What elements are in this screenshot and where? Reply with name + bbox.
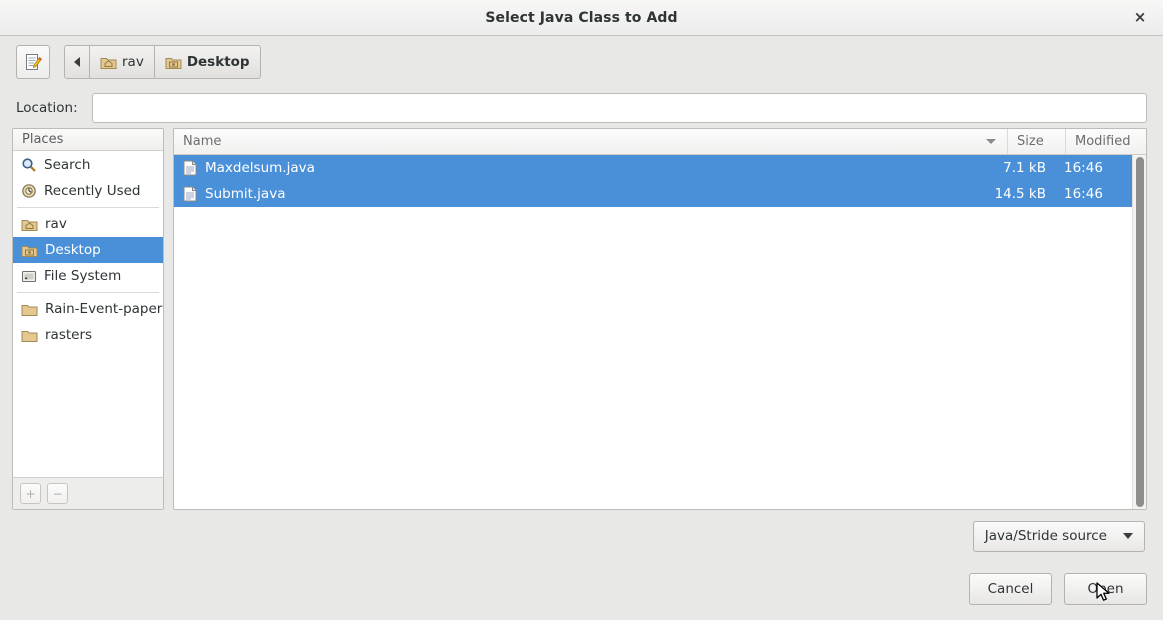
file-name-cell: Submit.java: [174, 186, 994, 202]
drive-icon: [21, 269, 37, 284]
sidebar-item-rav[interactable]: rav: [13, 211, 163, 237]
title-bar: Select Java Class to Add ×: [0, 0, 1163, 36]
add-bookmark-button[interactable]: +: [20, 483, 41, 504]
sidebar-item-label: Desktop: [45, 242, 101, 258]
breadcrumb-back-button[interactable]: [64, 45, 90, 79]
breadcrumb-item-rav[interactable]: rav: [89, 45, 155, 79]
home-folder-icon: [100, 55, 117, 70]
table-row[interactable]: Maxdelsum.java 7.1 kB 16:46: [174, 155, 1132, 181]
places-sidebar: Places Search Recently Used rav Desktop …: [12, 128, 164, 510]
column-header-modified-label: Modified: [1075, 134, 1131, 149]
sidebar-item-rasters[interactable]: rasters: [13, 322, 163, 348]
breadcrumb-item-desktop[interactable]: Desktop: [153, 45, 261, 79]
open-button[interactable]: Open: [1064, 573, 1147, 605]
location-row: Location:: [0, 88, 1163, 128]
recent-clock-icon: [21, 183, 37, 199]
sidebar-separator: [17, 292, 159, 293]
sidebar-item-label: rav: [45, 216, 67, 232]
column-header-size[interactable]: Size: [1008, 129, 1066, 154]
chevron-down-icon: [1123, 533, 1133, 539]
file-list-scrollbar[interactable]: [1132, 155, 1146, 509]
file-rows-area: Maxdelsum.java 7.1 kB 16:46 Submit.java …: [174, 155, 1146, 509]
sort-descending-icon: [986, 139, 996, 144]
column-headers: Name Size Modified: [174, 129, 1146, 155]
file-size-cell: 7.1 kB: [1003, 160, 1046, 176]
text-file-icon: [183, 160, 197, 176]
folder-icon: [21, 302, 38, 317]
sidebar-item-label: File System: [44, 268, 122, 284]
column-header-name-label: Name: [183, 134, 222, 149]
file-name-label: Submit.java: [205, 186, 286, 202]
file-rows: Maxdelsum.java 7.1 kB 16:46 Submit.java …: [174, 155, 1132, 509]
sidebar-item-label: Rain-Event-paper: [45, 301, 163, 317]
text-file-icon: [183, 186, 197, 202]
triangle-left-icon: [74, 57, 80, 67]
sidebar-item-rain-event-paper[interactable]: Rain-Event-paper: [13, 296, 163, 322]
sidebar-item-desktop[interactable]: Desktop: [13, 237, 163, 263]
close-icon[interactable]: ×: [1127, 5, 1153, 31]
file-modified-cell: 16:46: [1064, 186, 1103, 202]
places-footer: + −: [13, 477, 163, 509]
scrollbar-thumb[interactable]: [1136, 157, 1144, 507]
desktop-folder-icon: [21, 243, 38, 258]
remove-bookmark-button[interactable]: −: [47, 483, 68, 504]
search-icon: [21, 157, 37, 173]
column-header-modified[interactable]: Modified: [1066, 129, 1146, 154]
location-label: Location:: [16, 100, 78, 116]
column-header-name[interactable]: Name: [174, 129, 1008, 154]
type-filename-button[interactable]: [16, 45, 50, 79]
file-modified-cell: 16:46: [1064, 160, 1103, 176]
breadcrumb-label: rav: [122, 54, 144, 70]
places-list: Search Recently Used rav Desktop File Sy…: [13, 151, 163, 477]
file-list-panel: Name Size Modified Maxdelsum.java 7.1 kB…: [173, 128, 1147, 510]
dialog-title: Select Java Class to Add: [485, 9, 678, 26]
file-size-cell: 14.5 kB: [994, 186, 1046, 202]
document-pencil-icon: [23, 52, 43, 72]
sidebar-item-search[interactable]: Search: [13, 152, 163, 178]
sidebar-item-label: rasters: [45, 327, 93, 343]
breadcrumb: rav Desktop: [64, 45, 261, 79]
places-header: Places: [13, 129, 163, 151]
sidebar-item-recently-used[interactable]: Recently Used: [13, 178, 163, 204]
file-name-label: Maxdelsum.java: [205, 160, 315, 176]
file-pane-wrap: Name Size Modified Maxdelsum.java 7.1 kB…: [173, 128, 1147, 562]
column-header-size-label: Size: [1017, 134, 1044, 149]
dialog-body: Places Search Recently Used rav Desktop …: [0, 128, 1163, 562]
file-chooser-dialog: Select Java Class to Add × rav Desktop L…: [0, 0, 1163, 620]
path-toolbar: rav Desktop: [0, 36, 1163, 88]
dialog-actions: Cancel Open: [0, 562, 1163, 620]
table-row[interactable]: Submit.java 14.5 kB 16:46: [174, 181, 1132, 207]
cancel-button[interactable]: Cancel: [969, 573, 1052, 605]
folder-icon: [21, 328, 38, 343]
sidebar-item-file-system[interactable]: File System: [13, 263, 163, 289]
breadcrumb-label: Desktop: [186, 54, 250, 70]
home-folder-icon: [21, 217, 38, 232]
location-input[interactable]: [91, 93, 1147, 123]
sidebar-item-label: Recently Used: [44, 183, 141, 199]
sidebar-item-label: Search: [44, 157, 91, 173]
desktop-folder-icon: [165, 55, 182, 70]
file-name-cell: Maxdelsum.java: [174, 160, 994, 176]
file-type-filter-dropdown[interactable]: Java/Stride source: [972, 520, 1145, 552]
sidebar-separator: [17, 207, 159, 208]
filter-row: Java/Stride source: [173, 510, 1147, 562]
file-type-filter-label: Java/Stride source: [984, 528, 1107, 544]
